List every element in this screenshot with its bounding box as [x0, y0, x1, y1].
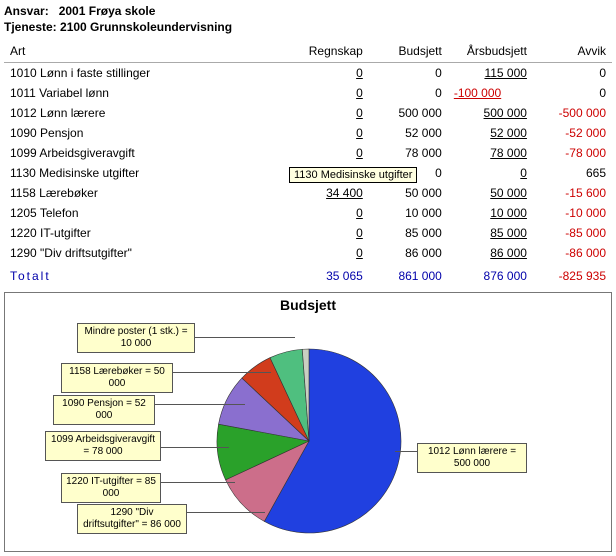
cell-avvik: 0	[533, 83, 612, 103]
leader-line	[175, 512, 265, 513]
col-art[interactable]: Art	[4, 40, 284, 63]
cell-avvik: -500 000	[533, 103, 612, 123]
leader-line	[149, 482, 235, 483]
cell-budsjett: 0	[369, 163, 448, 183]
cell-regnskap[interactable]: 0	[284, 103, 369, 123]
budget-table: Art Regnskap Budsjett Årsbudsjett Avvik …	[4, 40, 612, 286]
col-arsbudsjett[interactable]: Årsbudsjett	[448, 40, 533, 63]
table-row[interactable]: 1090 Pensjon052 00052 000-52 000	[4, 123, 612, 143]
table-row[interactable]: 1290 "Div driftsutgifter"086 00086 000-8…	[4, 243, 612, 263]
cell-art: 1130 Medisinske utgifter	[4, 163, 284, 183]
cell-regnskap[interactable]: 0	[284, 123, 369, 143]
chart-frame: Budsjett 1012 Lønn lærere = 500 000 1290…	[4, 292, 612, 552]
col-avvik[interactable]: Avvik	[533, 40, 612, 63]
callout-itutg: 1220 IT-utgifter = 85 000	[61, 473, 161, 503]
cell-art: 1010 Lønn i faste stillinger	[4, 63, 284, 84]
table-row[interactable]: 1012 Lønn lærere0500 000500 000-500 000	[4, 103, 612, 123]
total-arsbudsjett: 876 000	[448, 263, 533, 286]
cell-arsbudsjett[interactable]: 500 000	[448, 103, 533, 123]
cell-regnskap[interactable]: 0	[284, 83, 369, 103]
cell-arsbudsjett[interactable]: 78 000	[448, 143, 533, 163]
leader-line	[161, 372, 271, 373]
total-regnskap: 35 065	[284, 263, 369, 286]
cell-art: 1011 Variabel lønn	[4, 83, 284, 103]
cell-regnskap[interactable]: 0	[284, 143, 369, 163]
cell-art: 1205 Telefon	[4, 203, 284, 223]
callout-mindre: Mindre poster (1 stk.) = 10 000	[77, 323, 195, 353]
cell-budsjett: 86 000	[369, 243, 448, 263]
cell-art: 1099 Arbeidsgiveravgift	[4, 143, 284, 163]
cell-budsjett: 85 000	[369, 223, 448, 243]
col-regnskap[interactable]: Regnskap	[284, 40, 369, 63]
cell-budsjett: 0	[369, 63, 448, 84]
table-row[interactable]: 1099 Arbeidsgiveravgift078 00078 000-78 …	[4, 143, 612, 163]
table-row[interactable]: 1010 Lønn i faste stillinger00115 0000	[4, 63, 612, 84]
cell-regnskap[interactable]: 665	[284, 163, 369, 183]
leader-line	[143, 404, 245, 405]
tjeneste-value: 2100 Grunnskoleundervisning	[60, 20, 232, 34]
cell-art: 1158 Lærebøker	[4, 183, 284, 203]
table-row[interactable]: 1011 Variabel lønn00-100 0000	[4, 83, 612, 103]
callout-arbavg: 1099 Arbeidsgiveravgift = 78 000	[45, 431, 161, 461]
total-avvik: -825 935	[533, 263, 612, 286]
table-header-row: Art Regnskap Budsjett Årsbudsjett Avvik	[4, 40, 612, 63]
cell-budsjett: 78 000	[369, 143, 448, 163]
cell-avvik: -78 000	[533, 143, 612, 163]
callout-divdrift: 1290 "Div driftsutgifter" = 86 000	[77, 504, 187, 534]
cell-avvik: -86 000	[533, 243, 612, 263]
cell-arsbudsjett[interactable]: 50 000	[448, 183, 533, 203]
cell-regnskap[interactable]: 0	[284, 243, 369, 263]
cell-avvik: 665	[533, 163, 612, 183]
cell-avvik: -10 000	[533, 203, 612, 223]
ansvar-label: Ansvar:	[4, 4, 49, 18]
cell-arsbudsjett[interactable]: 86 000	[448, 243, 533, 263]
cell-arsbudsjett[interactable]: 115 000	[448, 63, 533, 84]
cell-arsbudsjett[interactable]: 0	[448, 163, 533, 183]
ansvar-value: 2001 Frøya skole	[59, 4, 156, 18]
table-row[interactable]: 1158 Lærebøker34 40050 00050 000-15 600	[4, 183, 612, 203]
cell-regnskap[interactable]: 0	[284, 203, 369, 223]
cell-budsjett: 52 000	[369, 123, 448, 143]
cell-art: 1012 Lønn lærere	[4, 103, 284, 123]
cell-art: 1220 IT-utgifter	[4, 223, 284, 243]
table-row[interactable]: 1205 Telefon010 00010 000-10 000	[4, 203, 612, 223]
callout-lonnlaerere: 1012 Lønn lærere = 500 000	[417, 443, 527, 473]
callout-pensjon: 1090 Pensjon = 52 000	[53, 395, 155, 425]
cell-art: 1090 Pensjon	[4, 123, 284, 143]
callout-laereboker: 1158 Lærebøker = 50 000	[61, 363, 173, 393]
cell-regnskap[interactable]: 34 400	[284, 183, 369, 203]
table-row[interactable]: 1130 Medisinske utgifter66500665	[4, 163, 612, 183]
cell-budsjett: 10 000	[369, 203, 448, 223]
cell-budsjett: 0	[369, 83, 448, 103]
cell-avvik: -85 000	[533, 223, 612, 243]
header-ansvar: Ansvar: 2001 Frøya skole	[4, 4, 612, 18]
cell-budsjett: 500 000	[369, 103, 448, 123]
cell-regnskap[interactable]: 0	[284, 223, 369, 243]
total-budsjett: 861 000	[369, 263, 448, 286]
header-tjeneste: Tjeneste: 2100 Grunnskoleundervisning	[4, 20, 612, 34]
leader-line	[149, 447, 229, 448]
cell-budsjett: 50 000	[369, 183, 448, 203]
cell-arsbudsjett[interactable]: 52 000	[448, 123, 533, 143]
cell-avvik: -15 600	[533, 183, 612, 203]
leader-line	[395, 451, 419, 452]
cell-arsbudsjett[interactable]: 10 000	[448, 203, 533, 223]
cell-avvik: 0	[533, 63, 612, 84]
cell-regnskap[interactable]: 0	[284, 63, 369, 84]
cell-arsbudsjett[interactable]: -100 000	[448, 83, 533, 103]
total-label: Totalt	[4, 263, 284, 286]
total-row: Totalt 35 065 861 000 876 000 -825 935	[4, 263, 612, 286]
cell-arsbudsjett[interactable]: 85 000	[448, 223, 533, 243]
leader-line	[181, 337, 295, 338]
cell-art: 1290 "Div driftsutgifter"	[4, 243, 284, 263]
cell-avvik: -52 000	[533, 123, 612, 143]
table-row[interactable]: 1220 IT-utgifter085 00085 000-85 000	[4, 223, 612, 243]
col-budsjett[interactable]: Budsjett	[369, 40, 448, 63]
chart-title: Budsjett	[11, 297, 605, 313]
tjeneste-label: Tjeneste:	[4, 20, 57, 34]
